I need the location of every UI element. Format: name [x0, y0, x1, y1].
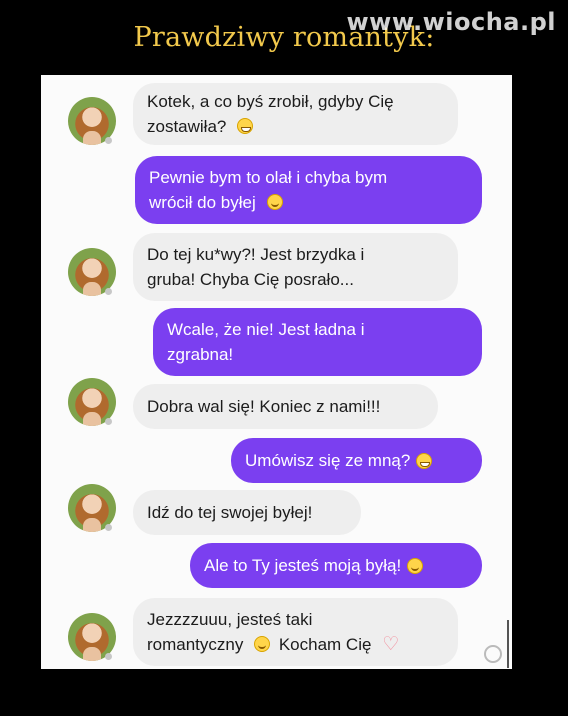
message-text: zgrabna! [167, 345, 234, 364]
message-text: Kocham Cię [278, 635, 372, 654]
read-receipt-icon [105, 137, 112, 144]
message-text: Dobra wal się! Koniec z nami!!! [147, 397, 381, 416]
message-text: Wcale, że nie! Jest ładna i [167, 320, 365, 339]
grinning-face-icon [416, 452, 433, 469]
message-text: Jezzzzuuu, jesteś taki [147, 610, 313, 629]
message-text: zostawiła? [147, 117, 227, 136]
message-text: Idź do tej swojej byłej! [147, 503, 313, 522]
smiling-face-icon [266, 194, 283, 210]
message-text: wrócił do byłej [149, 193, 256, 212]
message-text: Do tej ku*wy?! Jest brzydka i [147, 245, 365, 264]
message-bubble-incoming[interactable]: Kotek, a co byś zrobił, gdyby Cię zostaw… [133, 83, 458, 145]
read-receipt-icon [105, 524, 112, 531]
scrollbar[interactable] [507, 620, 509, 668]
message-bubble-outgoing[interactable]: Pewnie bym to olał i chyba bym wrócił do… [135, 156, 482, 224]
message-text: Umówisz się ze mną? [245, 451, 411, 470]
chat-thread[interactable]: Kotek, a co byś zrobił, gdyby Cię zostaw… [41, 75, 512, 669]
message-bubble-outgoing[interactable]: Ale to Ty jesteś moją byłą! [190, 543, 482, 588]
heart-icon: ♡ [382, 634, 400, 655]
message-bubble-incoming[interactable]: Jezzzzuuu, jesteś taki romantyczny Kocha… [133, 598, 458, 666]
message-bubble-incoming[interactable]: Do tej ku*wy?! Jest brzydka i gruba! Chy… [133, 233, 458, 301]
grinning-face-icon [237, 118, 254, 134]
message-bubble-incoming[interactable]: Idź do tej swojej byłej! [133, 490, 361, 535]
read-receipt-icon [105, 653, 112, 660]
watermark: www.wiocha.pl [346, 8, 556, 36]
read-receipt-icon [105, 418, 112, 425]
scroll-to-bottom-icon[interactable] [484, 645, 502, 663]
read-receipt-icon [105, 288, 112, 295]
message-bubble-outgoing[interactable]: Wcale, że nie! Jest ładna i zgrabna! [153, 308, 482, 376]
message-text: romantyczny [147, 635, 244, 654]
message-bubble-incoming[interactable]: Dobra wal się! Koniec z nami!!! [133, 384, 438, 429]
message-text: gruba! Chyba Cię posrało... [147, 270, 354, 289]
message-bubble-outgoing[interactable]: Umówisz się ze mną? [231, 438, 482, 483]
smiling-face-icon [407, 557, 424, 574]
message-text: Kotek, a co byś zrobił, gdyby Cię [147, 92, 394, 111]
message-text: Pewnie bym to olał i chyba bym [149, 168, 388, 187]
message-text: Ale to Ty jesteś moją byłą! [204, 556, 402, 575]
smiling-face-icon [254, 636, 271, 652]
